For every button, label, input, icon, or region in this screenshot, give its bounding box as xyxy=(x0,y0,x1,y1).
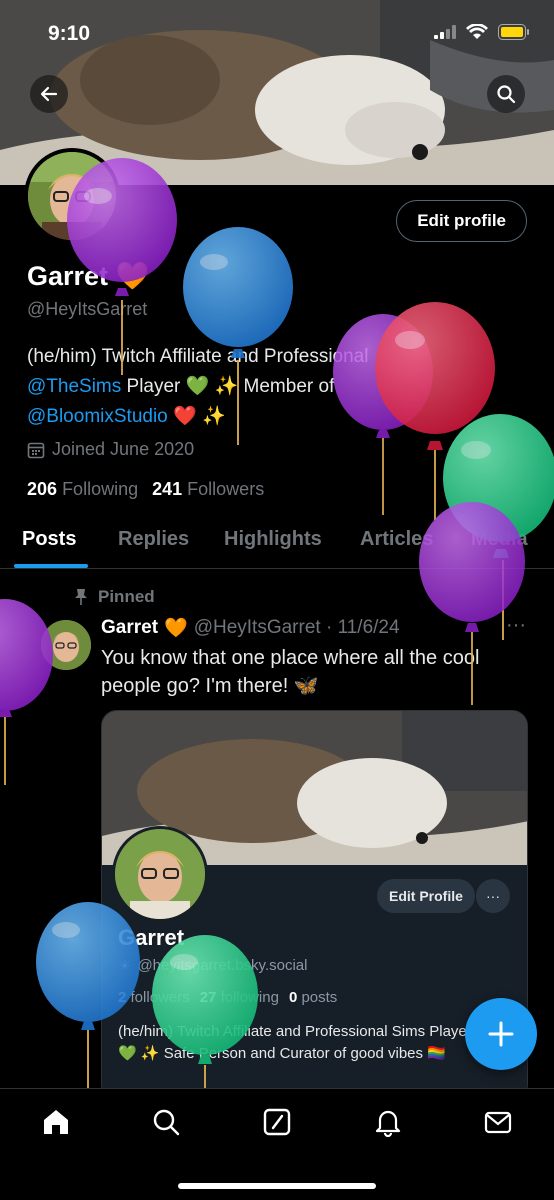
embed-avatar-photo xyxy=(115,829,205,919)
tab-highlights[interactable]: Highlights xyxy=(224,528,322,551)
post-more-button[interactable]: ··· xyxy=(506,614,526,637)
embed-bio-line1: (he/him) Twitch Affiliate and Profession… xyxy=(118,1023,472,1040)
embed-avatar xyxy=(112,826,208,922)
embed-following: 27 following xyxy=(200,989,279,1006)
post-header: Garret 🧡 @HeyItsGarret · 11/6/24 xyxy=(101,616,400,640)
bio-text-2: Player 💚 ✨ Member of xyxy=(121,376,335,397)
nav-search[interactable] xyxy=(150,1106,182,1138)
joined-date: Joined June 2020 xyxy=(27,439,194,460)
bio-link-thesims[interactable]: @TheSims xyxy=(27,376,121,397)
pinned-text: Pinned xyxy=(98,587,155,606)
embed-posts-label: posts xyxy=(301,989,338,1006)
embed-following-count: 27 xyxy=(199,989,217,1006)
profile-name: Garret 🧡 xyxy=(27,260,149,292)
bio-text-1: (he/him) Twitch Affiliate and Profession… xyxy=(27,346,369,367)
post-image[interactable]: Edit Profile ··· Garret ☀ @heyitsgarret.… xyxy=(101,710,528,1100)
search-icon xyxy=(497,85,516,104)
embed-handle: @heyitsgarret.bsky.social xyxy=(137,957,308,974)
embed-following-label: following xyxy=(220,989,279,1006)
embed-followers: 2 followers xyxy=(118,989,190,1006)
bio-link-bloomixstudio[interactable]: @BloomixStudio xyxy=(27,406,168,427)
plus-icon xyxy=(488,1021,514,1047)
tab-posts[interactable]: Posts xyxy=(22,528,76,551)
profile-avatar[interactable] xyxy=(24,148,120,244)
active-tab-indicator xyxy=(14,564,88,568)
compose-button[interactable] xyxy=(465,998,537,1070)
search-icon xyxy=(153,1109,180,1136)
post-avatar[interactable] xyxy=(41,620,91,670)
followers-count: 241 xyxy=(152,479,183,499)
embed-handle-row: ☀ @heyitsgarret.bsky.social xyxy=(118,957,307,975)
embed-stats: 2 followers 27 following 0 posts xyxy=(118,989,337,1006)
pinned-label: Pinned xyxy=(74,587,155,607)
profile-name-text: Garret xyxy=(27,261,109,291)
profile-bio: (he/him) Twitch Affiliate and Profession… xyxy=(27,342,507,432)
orange-heart-emoji: 🧡 xyxy=(115,261,150,291)
search-button[interactable] xyxy=(487,75,525,113)
tab-articles[interactable]: Articles xyxy=(360,528,433,551)
embed-bio: (he/him) Twitch Affiliate and Profession… xyxy=(118,1021,518,1065)
bio-text-3: ❤️ ✨ xyxy=(167,406,226,427)
status-time: 9:10 xyxy=(48,22,91,45)
status-bar: 9:10 xyxy=(0,0,554,66)
joined-text: Joined June 2020 xyxy=(52,439,195,459)
avatar-photo xyxy=(28,152,116,240)
pin-icon xyxy=(75,589,87,605)
embed-more-button: ··· xyxy=(476,879,510,913)
bell-icon xyxy=(375,1110,401,1137)
tab-replies[interactable]: Replies xyxy=(118,528,189,551)
embed-edit-profile-button: Edit Profile xyxy=(377,879,475,913)
follow-stats: 206 Following 241 Followers xyxy=(27,479,264,500)
nav-home[interactable] xyxy=(40,1106,72,1138)
embed-posts: 0 posts xyxy=(289,989,337,1006)
cellular-signal-icon xyxy=(434,25,456,39)
balloon-purple-4 xyxy=(0,599,53,785)
followers-label: Followers xyxy=(187,479,265,499)
following-stat[interactable]: 206 Following xyxy=(27,479,138,500)
post-avatar-photo xyxy=(41,620,91,670)
embed-followers-label: followers xyxy=(130,989,190,1006)
following-count: 206 xyxy=(27,479,58,499)
profile-tabs: Posts Replies Highlights Articles Media xyxy=(0,512,554,569)
embed-bio-line2: 💚 ✨ Safe Person and Curator of good vibe… xyxy=(118,1045,446,1062)
calendar-icon xyxy=(27,442,45,458)
back-button[interactable] xyxy=(30,75,68,113)
mail-icon xyxy=(484,1111,512,1134)
post-author[interactable]: Garret xyxy=(101,617,158,639)
following-label: Following xyxy=(62,479,139,499)
profile-handle: @HeyItsGarret xyxy=(27,299,148,319)
edit-profile-button[interactable]: Edit profile xyxy=(396,200,527,242)
sun-icon: ☀ xyxy=(118,958,132,975)
status-icons xyxy=(434,24,530,40)
nav-messages[interactable] xyxy=(482,1106,514,1138)
followers-stat[interactable]: 241 Followers xyxy=(152,479,264,500)
tab-media[interactable]: Media xyxy=(471,528,528,551)
home-icon xyxy=(44,1110,68,1134)
grok-icon xyxy=(263,1108,291,1136)
embed-followers-count: 2 xyxy=(118,989,127,1006)
embed-name: Garret xyxy=(118,925,185,950)
post-text: You know that one place where all the co… xyxy=(101,647,480,697)
back-arrow-icon xyxy=(40,86,58,102)
battery-icon xyxy=(498,24,529,40)
post-author-emoji: 🧡 xyxy=(164,618,188,639)
nav-grok[interactable] xyxy=(261,1106,293,1138)
wifi-icon xyxy=(466,24,488,39)
home-indicator[interactable] xyxy=(178,1183,376,1189)
embed-posts-count: 0 xyxy=(288,989,298,1006)
nav-notifications[interactable] xyxy=(372,1106,404,1138)
post-handle-date: @HeyItsGarret · 11/6/24 xyxy=(193,617,400,638)
